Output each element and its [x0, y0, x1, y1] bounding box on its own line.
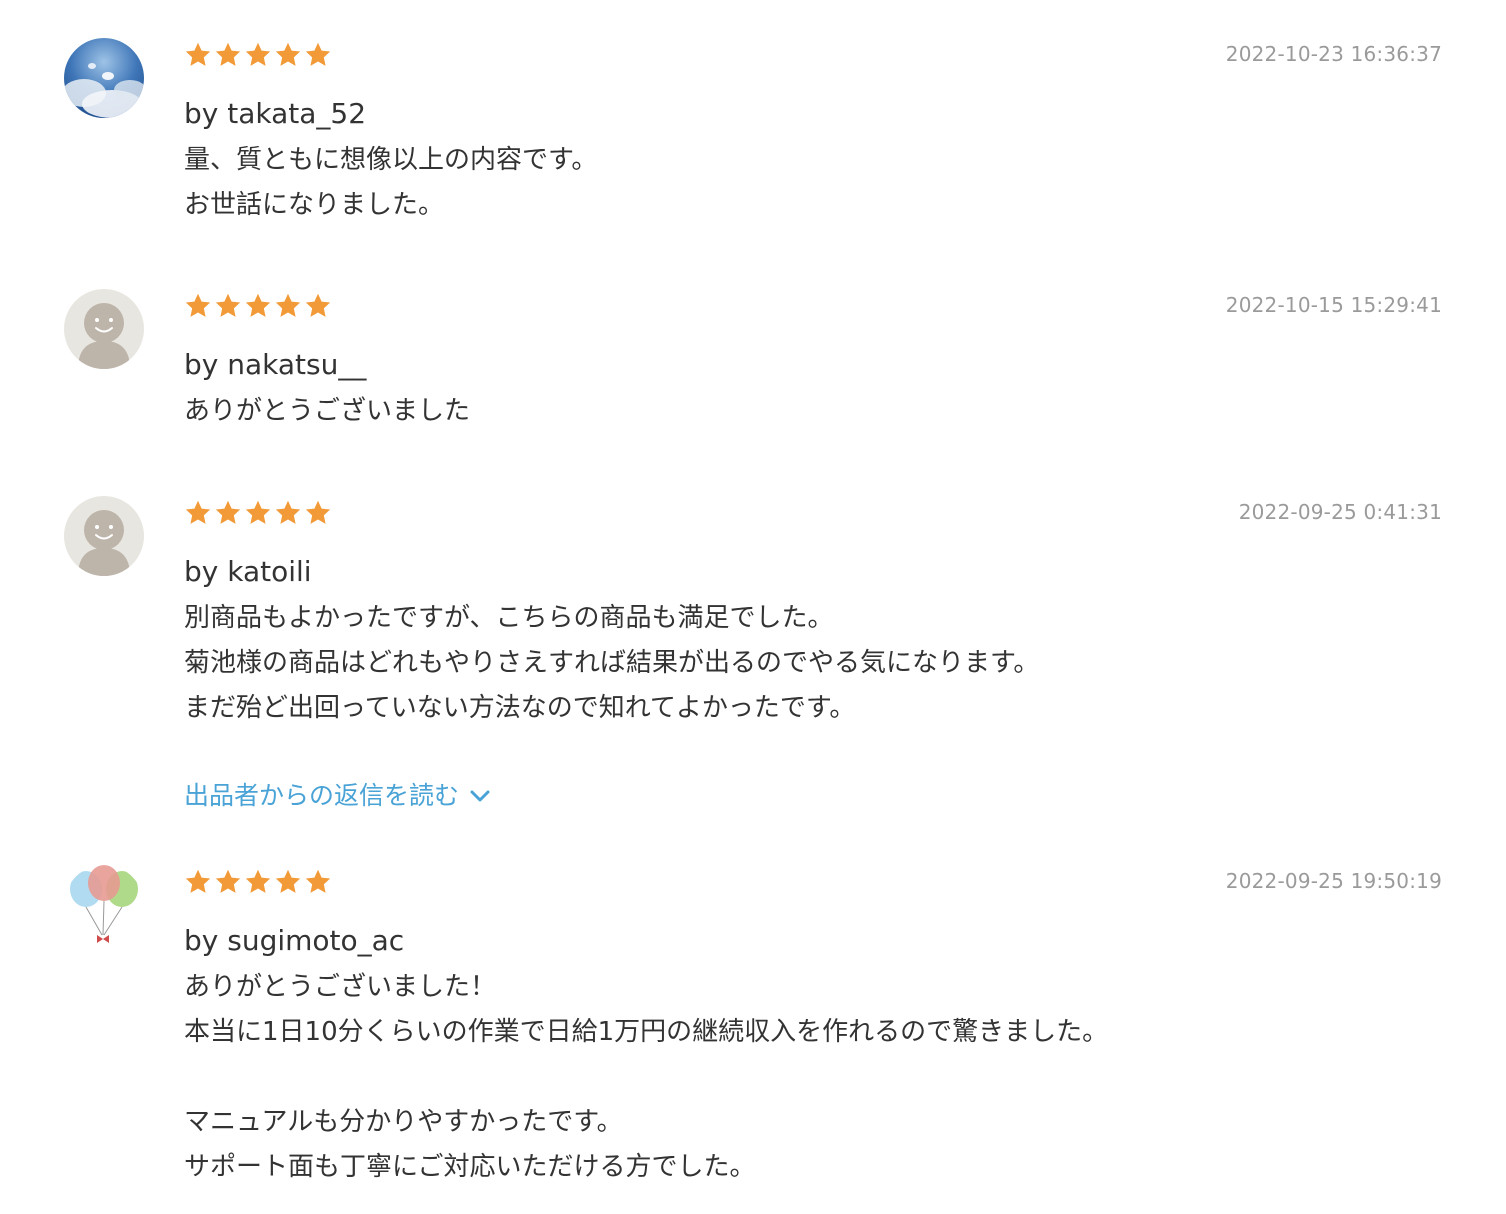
review-timestamp: 2022-09-25 19:50:19: [1225, 869, 1442, 893]
reviewer-name: by nakatsu__: [184, 348, 367, 381]
star-rating: [184, 868, 332, 900]
star-icon: [275, 869, 301, 893]
star-icon: [245, 293, 271, 317]
star-icon: [215, 869, 241, 893]
review-body: ありがとうございました: [184, 389, 470, 434]
reviewer-name: by takata_52: [184, 97, 367, 130]
star-icon: [245, 42, 271, 66]
reply-link-label: 出品者からの返信を読む: [184, 781, 460, 810]
review-line: 本当に1日10分くらいの作業で日給1万円の継続収入を作れるので驚きました。: [184, 1017, 1109, 1047]
review-body: 別商品もよかったですが、こちらの商品も満足でした。 菊池様の商品はどれもやりさえ…: [184, 596, 1039, 731]
review-line: 菊池様の商品はどれもやりさえすれば結果が出るのでやる気になります。: [184, 648, 1040, 678]
star-icon: [185, 500, 211, 524]
user-avatar[interactable]: [64, 496, 144, 576]
review-line: ありがとうございました！: [184, 972, 497, 1002]
star-rating: [184, 292, 332, 324]
star-icon: [275, 293, 301, 317]
user-avatar[interactable]: [64, 865, 144, 945]
star-icon: [305, 500, 331, 524]
review-timestamp: 2022-10-15 15:29:41: [1225, 293, 1442, 317]
star-icon: [185, 869, 211, 893]
review-line: 量、質ともに想像以上の内容です。: [184, 145, 598, 175]
star-icon: [275, 42, 301, 66]
star-icon: [275, 500, 301, 524]
review-body: 量、質ともに想像以上の内容です。 お世話になりました。: [184, 138, 597, 228]
reviewer-name: by katoili: [184, 555, 312, 588]
review-line: まだ殆ど出回っていない方法なので知れてよかったです。: [184, 693, 856, 723]
review-line: [184, 1055, 1108, 1100]
review-line: 別商品もよかったですが、こちらの商品も満足でした。: [184, 603, 834, 633]
review-timestamp: 2022-09-25 0:41:31: [1238, 500, 1442, 524]
star-icon: [305, 42, 331, 66]
star-icon: [215, 42, 241, 66]
user-avatar[interactable]: [64, 38, 144, 118]
review-line: お世話になりました。: [184, 190, 445, 220]
star-icon: [185, 42, 211, 66]
star-rating: [184, 499, 332, 531]
review-body: ありがとうございました！ 本当に1日10分くらいの作業で日給1万円の継続収入を作…: [184, 965, 1108, 1190]
star-icon: [305, 869, 331, 893]
read-seller-reply-link[interactable]: 出品者からの返信を読む: [184, 778, 491, 814]
star-icon: [185, 293, 211, 317]
star-icon: [215, 293, 241, 317]
star-icon: [215, 500, 241, 524]
review-line: マニュアルも分かりやすかったです。: [184, 1107, 623, 1137]
star-icon: [245, 869, 271, 893]
review-line: サポート面も丁寧にご対応いただける方でした。: [184, 1152, 756, 1182]
star-icon: [245, 500, 271, 524]
star-icon: [305, 293, 331, 317]
chevron-down-icon: [469, 789, 491, 803]
review-timestamp: 2022-10-23 16:36:37: [1225, 42, 1442, 66]
reviewer-name: by sugimoto_ac: [184, 924, 405, 957]
user-avatar[interactable]: [64, 289, 144, 369]
review-line: ありがとうございました: [184, 396, 471, 426]
star-rating: [184, 41, 332, 73]
